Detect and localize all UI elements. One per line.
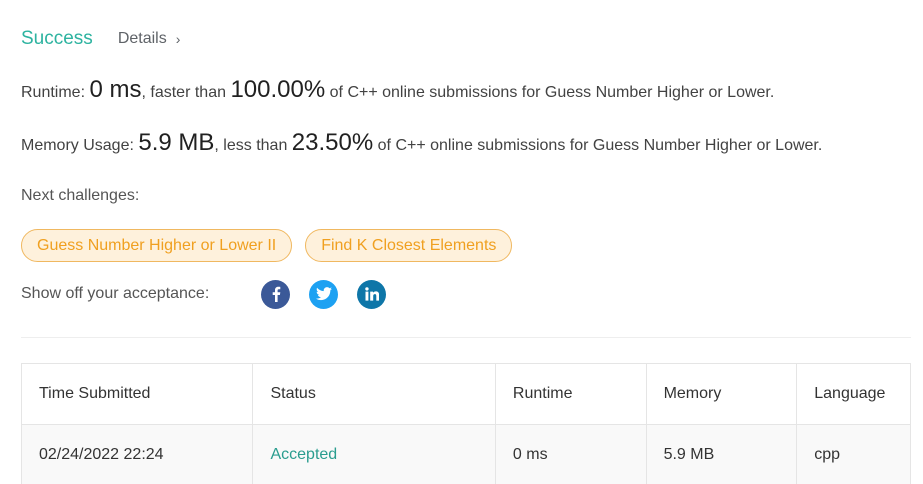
- runtime-comparison: , faster than: [141, 84, 227, 101]
- memory-label: Memory Usage:: [21, 137, 134, 154]
- cell-status: Accepted: [253, 425, 496, 484]
- chevron-right-icon: ›: [175, 31, 181, 47]
- submissions-table: Time Submitted Status Runtime Memory Lan…: [21, 363, 911, 484]
- runtime-label: Runtime:: [21, 84, 86, 101]
- share-label: Show off your acceptance:: [21, 285, 210, 302]
- cell-runtime: 0 ms: [496, 425, 647, 484]
- memory-stat: Memory Usage: 5.9 MB, less than 23.50% o…: [21, 129, 822, 157]
- accepted-status-link[interactable]: Accepted: [270, 446, 337, 464]
- challenge-chip-guess-number-ii[interactable]: Guess Number Higher or Lower II: [21, 229, 293, 262]
- details-link[interactable]: Details ›: [118, 30, 181, 48]
- memory-value: 5.9 MB: [138, 129, 215, 156]
- cell-memory: 5.9 MB: [647, 425, 798, 484]
- table-row: 02/24/2022 22:24 Accepted 0 ms 5.9 MB cp…: [22, 425, 910, 484]
- runtime-percent: 100.00%: [230, 76, 326, 103]
- next-challenges-list: Guess Number Higher or Lower II Find K C…: [21, 229, 513, 262]
- memory-comparison: , less than: [214, 137, 288, 154]
- facebook-icon[interactable]: [261, 279, 290, 309]
- runtime-suffix: of C++ online submissions for Guess Numb…: [329, 84, 775, 101]
- memory-percent: 23.50%: [291, 129, 374, 156]
- next-challenges-title: Next challenges:: [21, 187, 140, 204]
- challenge-chip-find-k-closest[interactable]: Find K Closest Elements: [305, 229, 513, 262]
- column-header-language: Language: [814, 385, 886, 402]
- details-label: Details: [117, 30, 167, 47]
- linkedin-icon[interactable]: [357, 279, 386, 309]
- runtime-stat: Runtime: 0 ms, faster than 100.00% of C+…: [21, 76, 774, 104]
- table-header-row: Time Submitted Status Runtime Memory Lan…: [22, 364, 910, 425]
- column-header-status: Status: [253, 364, 496, 424]
- column-header-time-submitted: Time Submitted: [22, 364, 254, 424]
- column-header-memory: Memory: [647, 364, 798, 424]
- column-header-runtime: Runtime: [496, 364, 647, 424]
- runtime-value: 0 ms: [89, 76, 142, 103]
- cell-language: cpp: [814, 446, 841, 463]
- result-header: Success Details ›: [21, 26, 180, 52]
- submission-result-page: Success Details › Runtime: 0 ms, faster …: [0, 0, 923, 484]
- twitter-icon[interactable]: [309, 279, 338, 309]
- memory-suffix: of C++ online submissions for Guess Numb…: [377, 137, 823, 154]
- status-success-link[interactable]: Success: [21, 28, 93, 50]
- section-divider: [21, 337, 911, 338]
- share-row: Show off your acceptance:: [21, 279, 405, 309]
- cell-time-submitted: 02/24/2022 22:24: [22, 425, 254, 484]
